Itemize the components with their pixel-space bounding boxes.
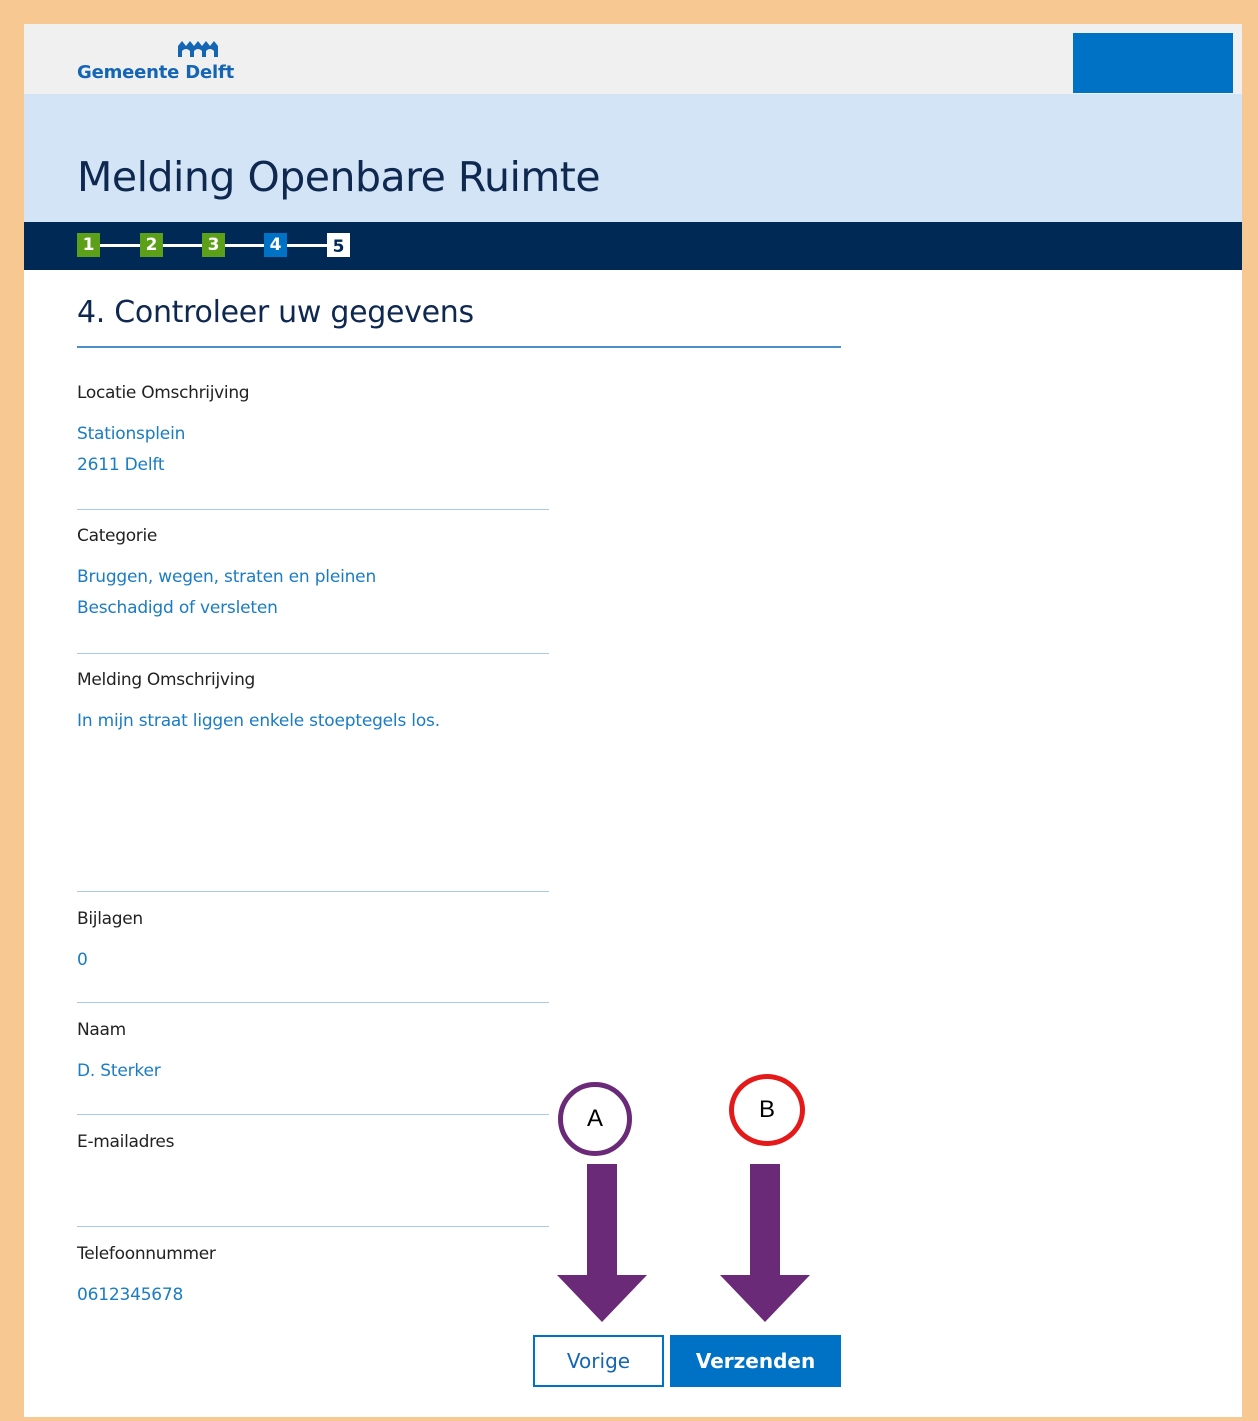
field-name: Naam D. Sterker — [77, 1018, 549, 1083]
step-connector — [287, 244, 329, 247]
field-value: Bruggen, wegen, straten en pleinen — [77, 567, 377, 587]
delft-crown-icon — [178, 41, 218, 57]
annotation-arrow-b — [720, 1164, 810, 1322]
field-label: Locatie Omschrijving — [77, 383, 250, 403]
field-phone: Telefoonnummer 0612345678 — [77, 1242, 549, 1307]
header-menu-button[interactable] — [1073, 33, 1233, 93]
step-3[interactable]: 3 — [202, 233, 225, 257]
field-value: 2611 Delft — [77, 455, 165, 475]
page-frame: Gemeente Delft Melding Openbare Ruimte 1… — [24, 24, 1242, 1417]
field-value: 0612345678 — [77, 1285, 184, 1305]
field-label: Naam — [77, 1020, 126, 1040]
field-value: D. Sterker — [77, 1061, 161, 1081]
top-bar: Gemeente Delft — [24, 24, 1242, 94]
field-label: Categorie — [77, 526, 158, 546]
progress-steps: 1 2 3 4 5 — [24, 222, 1242, 270]
field-label: Telefoonnummer — [77, 1244, 216, 1264]
step-connector — [100, 244, 142, 247]
field-label: Melding Omschrijving — [77, 670, 256, 690]
annotation-marker-a: A — [558, 1082, 632, 1156]
send-button[interactable]: Verzenden — [670, 1335, 841, 1387]
step-4: 4 — [264, 233, 287, 257]
previous-button[interactable]: Vorige — [533, 1335, 664, 1387]
divider — [77, 653, 549, 654]
field-value: Beschadigd of versleten — [77, 598, 278, 618]
step-1[interactable]: 1 — [77, 233, 100, 257]
step-5: 5 — [327, 233, 350, 257]
divider — [77, 1114, 549, 1115]
logo-text: Gemeente Delft — [77, 62, 235, 83]
divider — [77, 509, 549, 510]
annotation-marker-b: B — [729, 1074, 805, 1146]
title-band: Melding Openbare Ruimte — [24, 94, 1242, 222]
step-connector — [163, 244, 205, 247]
field-value: 0 — [77, 950, 88, 970]
field-description: Melding Omschrijving In mijn straat ligg… — [77, 668, 549, 733]
field-email: E-mailadres — [77, 1130, 549, 1195]
annotation-arrow-a — [557, 1164, 647, 1322]
step-2[interactable]: 2 — [140, 233, 163, 257]
divider — [77, 1002, 549, 1003]
section-title: 4. Controleer uw gegevens — [77, 295, 474, 330]
field-value — [77, 1171, 549, 1195]
field-attachments: Bijlagen 0 — [77, 907, 549, 972]
page-title: Melding Openbare Ruimte — [77, 153, 601, 201]
field-label: E-mailadres — [77, 1132, 175, 1152]
step-connector — [225, 244, 267, 247]
field-location: Locatie Omschrijving Stationsplein 2611 … — [77, 381, 549, 477]
field-category: Categorie Bruggen, wegen, straten en ple… — [77, 524, 549, 620]
field-label: Bijlagen — [77, 909, 143, 929]
divider — [77, 1226, 549, 1227]
field-value: In mijn straat liggen enkele stoeptegels… — [77, 711, 440, 731]
divider — [77, 891, 549, 892]
field-value: Stationsplein — [77, 424, 186, 444]
section-underline — [77, 346, 841, 348]
